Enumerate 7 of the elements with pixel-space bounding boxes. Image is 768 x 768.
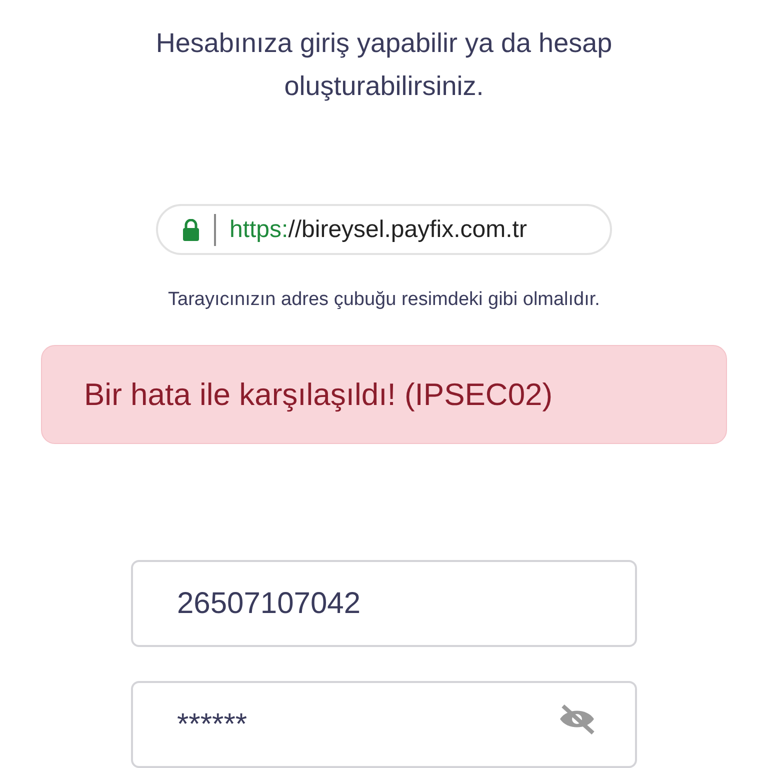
- alert-message: Bir hata ile karşılaşıldı! (IPSEC02): [84, 376, 553, 413]
- password-field[interactable]: ******: [131, 681, 637, 768]
- url-text: https://bireysel.payfix.com.tr: [230, 216, 527, 244]
- id-field[interactable]: 26507107042: [131, 560, 637, 647]
- hint-text: Tarayıcınızın adres çubuğu resimdeki gibi olmalıdır.: [168, 289, 600, 312]
- intro-text: Hesabınıza giriş yapabilir ya da hesap oluşturabilirsiniz.: [154, 27, 614, 103]
- eye-slash-icon[interactable]: [557, 703, 597, 735]
